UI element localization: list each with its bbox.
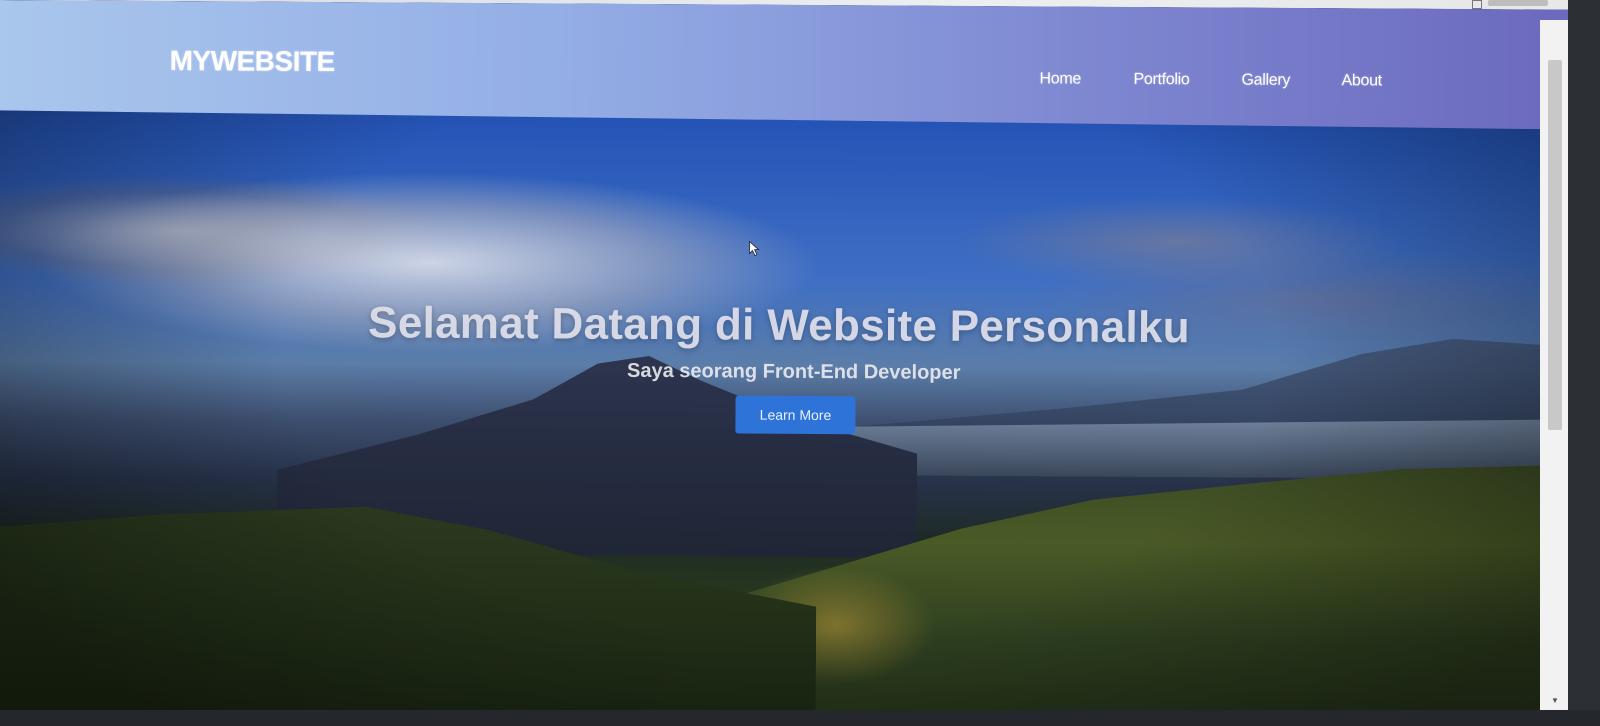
mouse-pointer-icon — [749, 240, 760, 257]
chevron-down-icon[interactable]: ▼ — [1548, 696, 1562, 706]
nav-link-gallery[interactable]: Gallery — [1241, 72, 1341, 91]
monitor-bezel-right — [1568, 0, 1600, 726]
window-control-label — [1488, 0, 1548, 6]
site-brand[interactable]: MYWEBSITE — [170, 45, 335, 78]
monitor-bezel-bottom — [0, 710, 1600, 726]
window-restore-icon[interactable] — [1472, 0, 1482, 9]
browser-viewport: MYWEBSITE Home Portfolio Gallery About S… — [0, 0, 1582, 726]
navbar: MYWEBSITE Home Portfolio Gallery About — [0, 0, 1582, 130]
hero-title: Selamat Datang di Website Personalku — [367, 298, 1191, 353]
vertical-scrollbar[interactable]: ▼ — [1540, 20, 1568, 710]
nav-menu: Home Portfolio Gallery About — [1039, 70, 1401, 90]
hero-subtitle: Saya seorang Front-End Developer — [626, 359, 961, 384]
nav-link-about[interactable]: About — [1341, 72, 1401, 90]
scrollbar-thumb[interactable] — [1548, 60, 1562, 430]
hero-content: Selamat Datang di Website Personalku Say… — [0, 296, 1580, 439]
nav-link-portfolio[interactable]: Portfolio — [1133, 71, 1241, 90]
learn-more-button[interactable]: Learn More — [735, 395, 856, 435]
nav-link-home[interactable]: Home — [1039, 70, 1133, 89]
screen: MYWEBSITE Home Portfolio Gallery About S… — [0, 0, 1600, 726]
